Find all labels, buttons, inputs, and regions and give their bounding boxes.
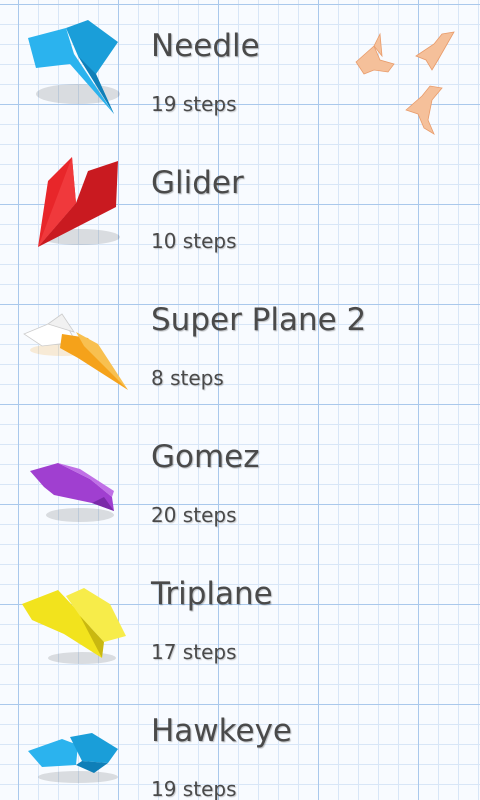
list-item[interactable]: Super Plane 2 8 steps [0,274,480,411]
plane-name: Triplane [151,576,273,612]
list-item[interactable]: Hawkeye 19 steps [0,685,480,800]
plane-name: Needle [151,28,260,64]
plane-steps: 19 steps [151,92,237,116]
list-item[interactable]: Triplane 17 steps [0,548,480,685]
gomez-plane-icon [18,425,130,525]
triplane-plane-icon [18,562,130,664]
super-plane-2-icon [18,288,130,390]
needle-plane-icon [18,14,130,114]
list-item[interactable]: Gomez 20 steps [0,411,480,548]
plane-steps: 20 steps [151,503,237,527]
plane-steps: 19 steps [151,777,237,800]
plane-name: Super Plane 2 [151,302,367,338]
plane-steps: 10 steps [151,229,237,253]
hawkeye-plane-icon [18,699,130,799]
glider-plane-icon [18,151,130,251]
list-item[interactable]: Glider 10 steps [0,137,480,274]
plane-steps: 17 steps [151,640,237,664]
plane-list: Needle 19 steps Glider 10 steps Super Pl… [0,0,480,800]
list-item[interactable]: Needle 19 steps [0,0,480,137]
plane-name: Glider [151,165,244,201]
plane-name: Hawkeye [151,713,292,749]
plane-steps: 8 steps [151,366,224,390]
plane-name: Gomez [151,439,260,475]
